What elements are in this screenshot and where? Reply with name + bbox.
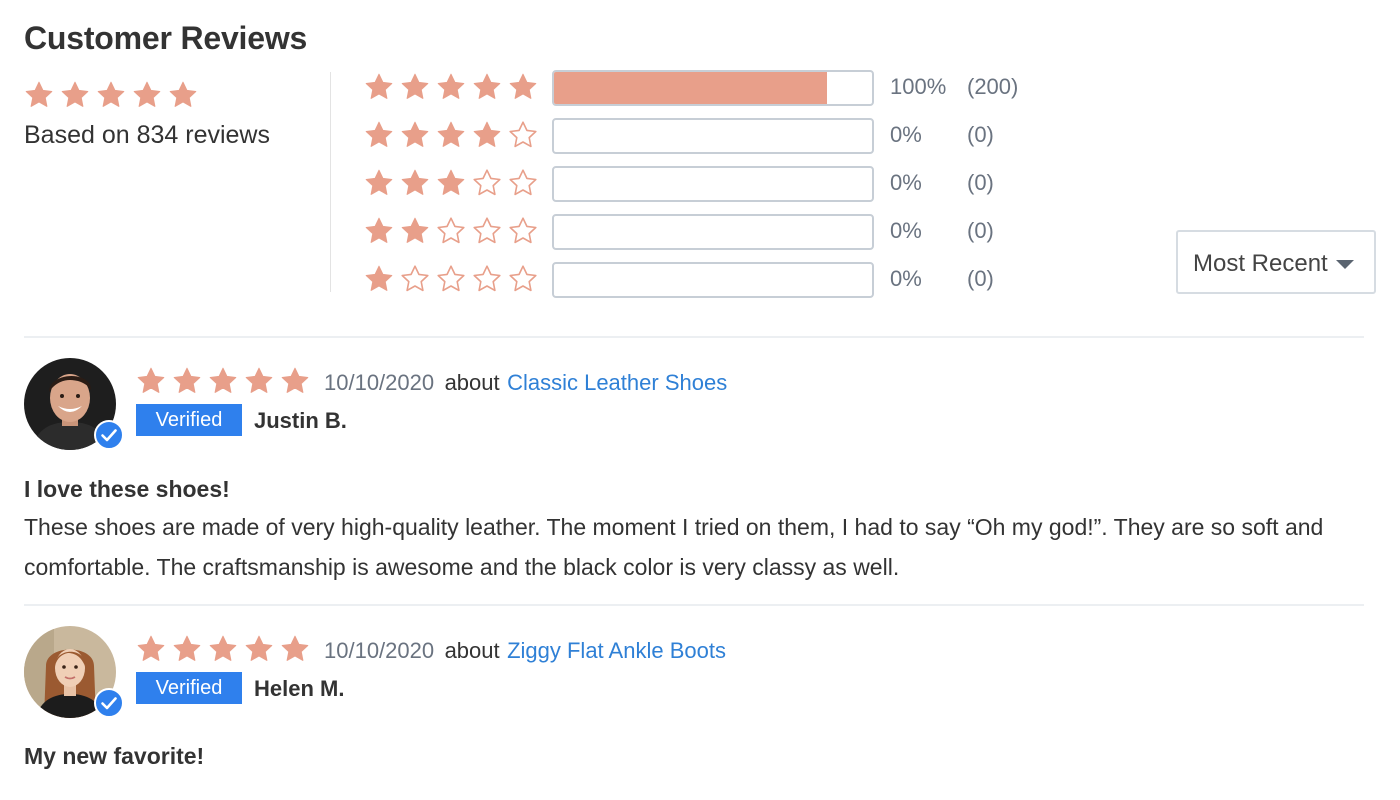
star-empty-icon [508,168,538,198]
row-stars [364,264,544,294]
rating-percent: 0% [890,218,922,243]
star-filled-icon [132,80,162,110]
reviewer-name: Helen M. [254,676,345,701]
star-filled-icon [96,80,126,110]
row-stars [364,168,544,198]
star-filled-icon [400,216,430,246]
rating-count: (0) [967,170,994,195]
verified-badge: Verified [136,404,242,436]
rating-count: (200) [967,74,1019,99]
product-link[interactable]: Classic Leather Shoes [507,370,727,395]
sort-dropdown[interactable]: Most Recent [1176,230,1376,294]
review-date: 10/10/2020 [324,638,435,663]
rating-bar-track [552,214,874,250]
star-filled-icon [244,634,274,664]
rating-count: (0) [967,218,994,243]
row-stars [364,120,544,150]
star-filled-icon [168,80,198,110]
star-empty-icon [508,216,538,246]
review-meta: 10/10/2020 about Ziggy Flat Ankle Boots [324,638,726,664]
star-filled-icon [436,120,466,150]
star-filled-icon [436,168,466,198]
star-filled-icon [172,634,202,664]
review-meta: 10/10/2020 about Classic Leather Shoes [324,370,727,396]
verified-check-icon [94,420,124,450]
star-empty-icon [436,216,466,246]
star-empty-icon [400,264,430,294]
review-divider [24,604,1364,606]
star-empty-icon [508,264,538,294]
star-filled-icon [60,80,90,110]
rating-bar-track [552,118,874,154]
star-filled-icon [364,264,394,294]
row-stars [364,72,544,102]
star-filled-icon [508,72,538,102]
star-empty-icon [472,264,502,294]
star-filled-icon [436,72,466,102]
rating-percent: 0% [890,170,922,195]
page-title: Customer Reviews [24,20,308,56]
star-empty-icon [472,216,502,246]
avatar [24,626,124,718]
verified-check-icon [94,688,124,718]
star-filled-icon [364,120,394,150]
row-stars [364,216,544,246]
rating-percent: 0% [890,266,922,291]
sort-selected-value: Most Recent [1193,250,1328,277]
review-stars [136,366,316,396]
star-filled-icon [172,366,202,396]
summary-divider [330,72,331,292]
star-filled-icon [244,366,274,396]
star-filled-icon [208,366,238,396]
about-label: about [444,370,500,395]
star-filled-icon [472,120,502,150]
rating-bar-track [552,166,874,202]
verified-badge: Verified [136,672,242,704]
star-filled-icon [208,634,238,664]
star-filled-icon [364,72,394,102]
rating-bar-track [552,70,874,106]
star-filled-icon [280,366,310,396]
summary-stars [24,80,204,110]
star-filled-icon [400,72,430,102]
star-filled-icon [280,634,310,664]
rating-bar-fill [554,72,828,104]
star-empty-icon [508,120,538,150]
review-body: These shoes are made of very high-qualit… [24,514,1324,580]
review-count-text: Based on 834 reviews [24,121,270,149]
rating-percent: 100% [890,74,947,99]
review-date: 10/10/2020 [324,370,435,395]
rating-count: (0) [967,122,994,147]
rating-percent: 0% [890,122,922,147]
section-divider [24,336,1364,338]
star-empty-icon [472,168,502,198]
star-filled-icon [400,120,430,150]
reviewer-name: Justin B. [254,408,347,433]
star-empty-icon [436,264,466,294]
caret-down-icon [1336,260,1354,269]
star-filled-icon [364,168,394,198]
product-link[interactable]: Ziggy Flat Ankle Boots [507,638,726,663]
star-filled-icon [136,634,166,664]
star-filled-icon [24,80,54,110]
about-label: about [444,638,500,663]
star-filled-icon [364,216,394,246]
review-title: I love these shoes! [24,476,230,502]
avatar [24,358,124,450]
review-stars [136,634,316,664]
star-filled-icon [136,366,166,396]
star-filled-icon [400,168,430,198]
review-title: My new favorite! [24,743,205,769]
reviews-widget: Customer Reviews Based on 834 reviews 10… [0,0,1400,800]
rating-count: (0) [967,266,994,291]
star-filled-icon [472,72,502,102]
rating-bar-track [552,262,874,298]
